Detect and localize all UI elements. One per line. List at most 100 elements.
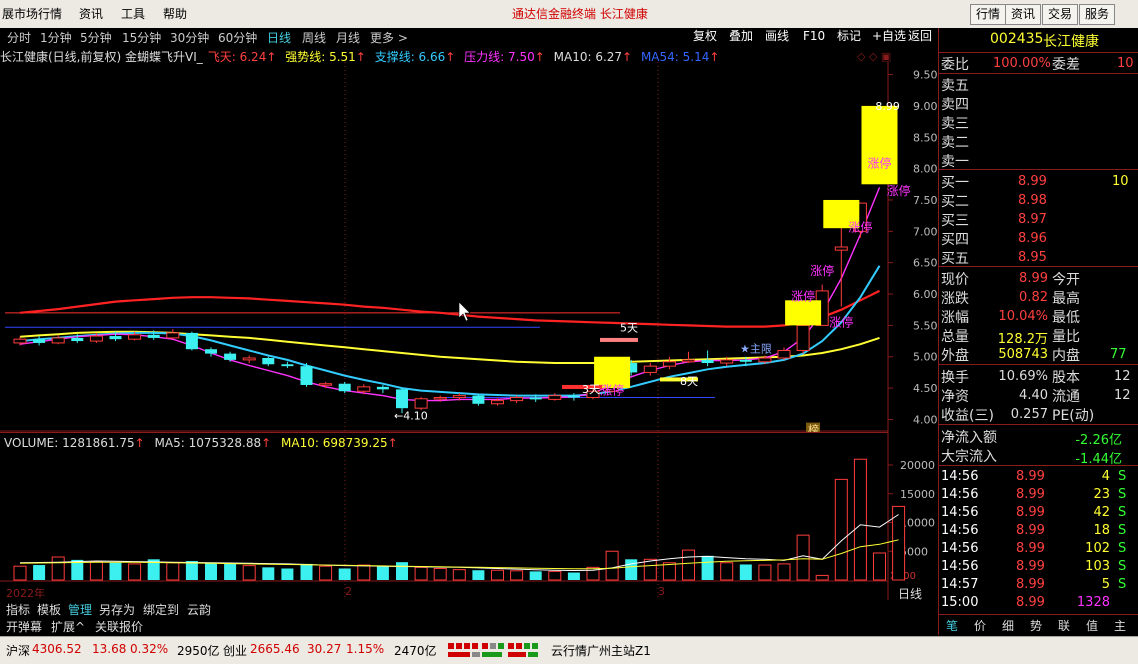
ytick-label: 9.50 (913, 69, 938, 82)
trade-time: 14:56 (941, 505, 979, 520)
volume-chart[interactable]: 2000015000100005000X100 (0, 432, 940, 600)
period-tab-more[interactable]: 更多 > (370, 29, 408, 46)
stat-value: 77 (1110, 347, 1127, 362)
candle-body (414, 398, 428, 409)
xaxis-label-feb: 2 (345, 585, 352, 598)
window-title: 通达信金融终端 长江健康 (512, 7, 648, 21)
trade-button[interactable]: 交易 (1042, 4, 1079, 25)
fuquan-button[interactable]: 复权 (691, 28, 719, 45)
server-name[interactable]: 云行情广州主站Z1 (551, 642, 651, 659)
quote-button[interactable]: 行情 (970, 4, 1007, 25)
menu-tools[interactable]: 工具 (121, 5, 145, 22)
stat-label: 净资 (941, 389, 969, 405)
tab-save-as[interactable]: 另存为 (99, 601, 135, 618)
buy-level-price: 8.96 (1018, 231, 1047, 246)
news-button[interactable]: 资讯 (1005, 4, 1042, 25)
period-tab-1min[interactable]: 1分钟 (40, 29, 72, 46)
related-quote-button[interactable]: 关联报价 (95, 618, 143, 635)
period-tab-30min[interactable]: 30分钟 (170, 29, 209, 46)
volume-bar (185, 561, 198, 580)
flow-label: 净流入额 (941, 430, 997, 446)
menu-news[interactable]: 资讯 (79, 5, 103, 22)
mark-button[interactable]: 标记 (835, 28, 863, 45)
volume-bar (396, 562, 408, 580)
ytick-label: 6.50 (913, 257, 938, 270)
tab-bind-to[interactable]: 绑定到 (143, 601, 179, 618)
f10-button[interactable]: F10 (801, 28, 827, 45)
panel-tab[interactable]: 势 (1030, 617, 1042, 634)
volume-bar (224, 563, 237, 580)
trade-volume: 18 (1093, 523, 1110, 538)
stat-label: 现价 (941, 272, 969, 288)
tab-indicator[interactable]: 指标 (6, 601, 30, 618)
stat-value: 12 (1114, 388, 1131, 403)
candlestick-chart[interactable]: 9.50 9.00 8.50 8.00 7.50 7.00 6.50 6.00 5.50 5.00… (0, 62, 940, 432)
bang-label: 榜 (808, 423, 819, 432)
tab-template[interactable]: 模板 (37, 601, 61, 618)
period-tab-daily[interactable]: 日线 (267, 29, 291, 46)
period-tab-monthly[interactable]: 月线 (336, 29, 360, 46)
sh-index: 4306.52 (32, 642, 82, 656)
volume-bar (796, 534, 810, 581)
volume-bar (625, 559, 638, 580)
flow-label: 大宗流入 (941, 449, 997, 465)
expand-button[interactable]: 扩展^ (51, 618, 85, 635)
candle-body (701, 359, 714, 364)
volume-bar (472, 570, 485, 580)
stat-label: 内盘 (1052, 348, 1080, 364)
trade-price: 8.99 (1016, 487, 1045, 502)
period-tab-weekly[interactable]: 周线 (302, 29, 326, 46)
sh-label: 沪深 (6, 644, 31, 658)
danmu-button[interactable]: 开弹幕 (6, 618, 42, 635)
limit-up-label: 涨停 (887, 183, 911, 198)
back-button[interactable]: 返回 (906, 28, 934, 45)
volume-bar (51, 556, 65, 581)
trade-flag: S (1118, 541, 1127, 556)
overlay-button[interactable]: 叠加 (727, 28, 755, 45)
stat-label: 涨幅 (941, 310, 969, 326)
divider (939, 73, 1138, 74)
period-tab-60min[interactable]: 60分钟 (218, 29, 257, 46)
panel-tab[interactable]: 联 (1058, 617, 1070, 634)
trade-price: 8.99 (1016, 523, 1045, 538)
buy-level-label: 买四 (941, 232, 969, 248)
candle-body (89, 335, 103, 342)
buy-level-price: 8.99 (1018, 174, 1047, 189)
volume-ytick-label: 10000 (900, 517, 935, 530)
panel-tab[interactable]: 值 (1086, 617, 1098, 634)
volume-bar (89, 561, 103, 581)
extra-tabs: 开弹幕 扩展^ 关联报价 (0, 617, 940, 634)
trade-time: 15:00 (941, 595, 979, 610)
ytick-label: 4.50 (913, 382, 938, 395)
tab-manage[interactable]: 管理 (68, 601, 92, 618)
tab-yunyun[interactable]: 云韵 (187, 601, 211, 618)
volume-bar (873, 552, 886, 581)
trade-flag: S (1118, 559, 1127, 574)
period-tab-5min[interactable]: 5分钟 (80, 29, 112, 46)
stat-label: 最低 (1052, 310, 1080, 326)
candle-body (51, 337, 65, 344)
add-watchlist-button[interactable]: +自选 (870, 28, 908, 45)
limit-up-label: 涨停 (600, 382, 624, 397)
volume-bar (319, 565, 333, 581)
period-tab-15min[interactable]: 15分钟 (122, 29, 161, 46)
service-button[interactable]: 服务 (1079, 4, 1116, 25)
xaxis-label-2022: 2022年 (6, 587, 45, 600)
trade-volume: 5 (1101, 577, 1110, 592)
panel-tab[interactable]: 主 (1114, 617, 1126, 634)
menu-help[interactable]: 帮助 (163, 5, 187, 22)
candles-group (13, 106, 886, 414)
menu-bar: 展市场行情 资讯 工具 帮助 通达信金融终端 长江健康 行情 资讯 交易 服务 (0, 0, 1138, 29)
menu-market[interactable]: 展市场行情 (2, 5, 62, 22)
panel-tab[interactable]: 细 (1002, 617, 1014, 634)
panel-tab[interactable]: 价 (974, 617, 986, 634)
panel-tab[interactable]: 笔 (946, 617, 958, 634)
period-tab-fenshi[interactable]: 分时 (7, 29, 31, 46)
ytick-label: 5.00 (913, 351, 938, 364)
draw-line-button[interactable]: 画线 (763, 28, 791, 45)
candle-body (396, 389, 408, 409)
volume-bar (452, 569, 466, 581)
volume-bar (242, 565, 256, 581)
sh-change: 13.68 (92, 642, 127, 656)
candle-body (739, 359, 752, 362)
